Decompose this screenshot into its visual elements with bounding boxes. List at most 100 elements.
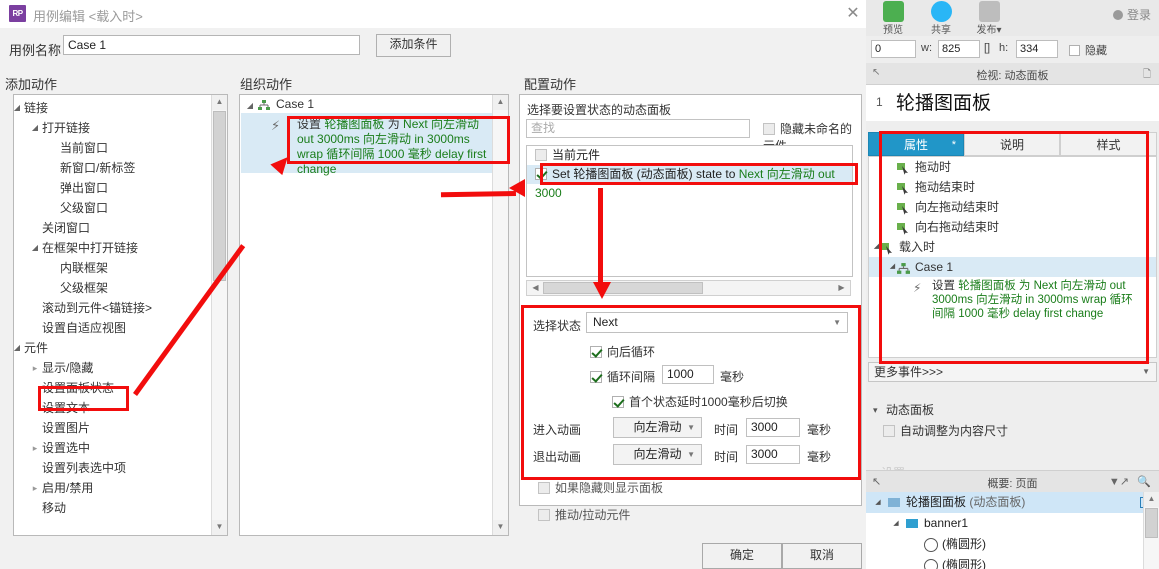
overview-scrollbar[interactable]: ▲	[1143, 492, 1159, 569]
checkbox-box[interactable]	[612, 396, 624, 408]
case-name-input[interactable]: Case 1	[63, 35, 360, 55]
action-tree-item[interactable]: 显示/隐藏	[14, 358, 211, 378]
overview-tree-item[interactable]: (椭圆形)	[866, 534, 1159, 555]
height-input[interactable]: 334	[1016, 40, 1058, 58]
chevron-right-icon[interactable]	[30, 478, 40, 498]
overview-tree-item[interactable]: (椭圆形)	[866, 555, 1159, 569]
tab-notes[interactable]: 说明	[964, 132, 1060, 156]
close-icon[interactable]: ✕	[843, 4, 863, 24]
action-tree-scrollbar[interactable]: ▲ ▼	[211, 95, 227, 535]
event-item[interactable]: 向左拖动结束时	[869, 197, 1156, 217]
scroll-thumb[interactable]	[543, 282, 703, 294]
dynamic-panel-section-header[interactable]: 动态面板	[868, 400, 1157, 420]
first-delay-checkbox[interactable]: 首个状态延时1000毫秒后切换	[612, 393, 788, 410]
chevron-down-icon[interactable]: ◢	[890, 513, 902, 534]
event-item[interactable]: 拖动时	[869, 157, 1156, 177]
list-item[interactable]: Set 轮播图面板 (动态面板) state to Next 向左滑动 out …	[527, 165, 852, 200]
scroll-up-icon[interactable]: ▲	[212, 95, 227, 110]
action-tree-item[interactable]: 设置列表选中项	[14, 458, 211, 478]
event-item[interactable]: ◢ 载入时	[869, 237, 1156, 257]
scroll-thumb[interactable]	[1145, 508, 1158, 538]
filter-icon[interactable]: ▼↗	[1109, 475, 1129, 488]
action-tree-item[interactable]: 弹出窗口	[14, 178, 211, 198]
chevron-down-icon[interactable]	[12, 338, 22, 358]
chevron-down-icon[interactable]	[30, 118, 40, 138]
scroll-thumb[interactable]	[213, 111, 226, 281]
x-input[interactable]: 0	[871, 40, 916, 58]
action-tree-item[interactable]: 内联框架	[14, 258, 211, 278]
enter-time-input[interactable]: 3000	[746, 418, 800, 437]
overview-tree-item[interactable]: ◢ banner1	[866, 513, 1159, 534]
action-tree-item[interactable]: 设置图片	[14, 418, 211, 438]
checkbox-box[interactable]	[1069, 45, 1080, 56]
chevron-down-icon[interactable]: ◢	[872, 492, 884, 513]
show-if-hidden-checkbox[interactable]: 如果隐藏则显示面板	[538, 479, 663, 496]
width-input[interactable]: 825	[938, 40, 980, 58]
event-list[interactable]: 拖动时 拖动结束时 向左拖动结束时 向右拖动结束时 ◢ 载入时 ◢ Case 1 ⚡ 设置 轮…	[868, 156, 1157, 358]
checkbox-box[interactable]	[590, 346, 602, 358]
action-tree-item[interactable]: 设置自适应视图	[14, 318, 211, 338]
tab-style[interactable]: 样式	[1060, 132, 1157, 156]
organize-case-row[interactable]: Case 1	[241, 96, 492, 113]
push-pull-checkbox[interactable]: 推动/拉动元件	[538, 506, 630, 523]
checkbox-box[interactable]	[538, 509, 550, 521]
action-tree-item[interactable]: 打开链接	[14, 118, 211, 138]
scroll-up-icon[interactable]: ▲	[1144, 492, 1159, 507]
action-tree-item[interactable]: 滚动到元件<锚链接>	[14, 298, 211, 318]
page-icon[interactable]: 🗋	[1143, 67, 1151, 84]
search-icon[interactable]: 🔍	[1137, 475, 1151, 488]
state-select[interactable]: Next ▼	[586, 312, 848, 333]
chevron-down-icon[interactable]: ▼	[833, 313, 841, 332]
cancel-button[interactable]: 取消	[782, 543, 862, 569]
enter-anim-select[interactable]: 向左滑动 ▼	[613, 417, 702, 438]
action-tree-item[interactable]: 启用/禁用	[14, 478, 211, 498]
checkbox-box[interactable]	[538, 482, 550, 494]
chevron-down-icon[interactable]: ▼	[1142, 363, 1150, 381]
checkbox-box[interactable]	[590, 371, 602, 383]
action-tree-item[interactable]: 父级框架	[14, 278, 211, 298]
event-item[interactable]: ◢ Case 1	[869, 257, 1156, 277]
action-tree-item[interactable]: 当前窗口	[14, 138, 211, 158]
action-tree[interactable]: 链接打开链接当前窗口新窗口/新标签弹出窗口父级窗口关闭窗口在框架中打开链接内联框…	[14, 98, 211, 518]
publish-button[interactable]: 发布▾	[966, 1, 1012, 36]
search-input[interactable]: 查找	[526, 119, 750, 138]
scroll-up-icon[interactable]: ▲	[493, 95, 508, 110]
auto-fit-checkbox[interactable]: 自动调整为内容尺寸	[868, 420, 1157, 442]
widget-name[interactable]: 轮播图面板	[896, 88, 991, 115]
scroll-left-icon[interactable]: ◀	[529, 282, 542, 294]
login-button[interactable]: 登录	[1112, 6, 1151, 23]
panel-list-hscrollbar[interactable]: ◀ ▶	[526, 280, 851, 296]
organize-action-item[interactable]: ⚡ 设置 轮播图面板 为 Next 向左滑动 out 3000ms 向左滑动 i…	[241, 113, 492, 176]
lock-ratio-icon[interactable]: []	[984, 42, 990, 54]
chevron-down-icon[interactable]	[12, 98, 22, 118]
organize-scrollbar[interactable]: ▲ ▼	[492, 95, 508, 535]
hidden-checkbox[interactable]: 隐藏	[1069, 42, 1107, 58]
add-condition-button[interactable]: 添加条件	[376, 34, 451, 57]
scroll-down-icon[interactable]: ▼	[212, 520, 227, 535]
scroll-right-icon[interactable]: ▶	[835, 282, 848, 294]
action-tree-item[interactable]: 设置文本	[14, 398, 211, 418]
chevron-right-icon[interactable]	[30, 358, 40, 378]
share-button[interactable]: 共享	[918, 1, 964, 36]
scroll-down-icon[interactable]: ▼	[493, 520, 508, 535]
event-item[interactable]: 拖动结束时	[869, 177, 1156, 197]
action-tree-item[interactable]: 设置面板状态	[14, 378, 211, 398]
action-tree-item[interactable]: 父级窗口	[14, 198, 211, 218]
checkbox-box[interactable]	[763, 123, 775, 135]
action-tree-item[interactable]: 在框架中打开链接	[14, 238, 211, 258]
action-tree-item[interactable]: 关闭窗口	[14, 218, 211, 238]
action-tree-item[interactable]: 设置选中	[14, 438, 211, 458]
chevron-down-icon[interactable]: ▼	[687, 418, 695, 437]
loop-interval-checkbox[interactable]: 循环间隔	[590, 368, 655, 385]
panel-list[interactable]: 当前元件 Set 轮播图面板 (动态面板) state to Next 向左滑动…	[526, 145, 853, 277]
checkbox-box[interactable]	[535, 168, 547, 180]
event-action-item[interactable]: ⚡ 设置 轮播图面板 为 Next 向左滑动 out 3000ms 向左滑动 i…	[869, 277, 1156, 353]
overview-tree-item[interactable]: ◢ 轮播图面板 (动态面板)	[866, 492, 1159, 513]
exit-anim-select[interactable]: 向左滑动 ▼	[613, 444, 702, 465]
exit-time-input[interactable]: 3000	[746, 445, 800, 464]
loop-interval-input[interactable]: 1000	[662, 365, 714, 384]
action-tree-item[interactable]: 新窗口/新标签	[14, 158, 211, 178]
overview-tree[interactable]: ◢ 轮播图面板 (动态面板) ◢ banner1 (椭圆形) (椭圆形) ▲	[866, 492, 1159, 569]
preview-button[interactable]: 预览	[870, 1, 916, 36]
chevron-right-icon[interactable]	[30, 438, 40, 458]
